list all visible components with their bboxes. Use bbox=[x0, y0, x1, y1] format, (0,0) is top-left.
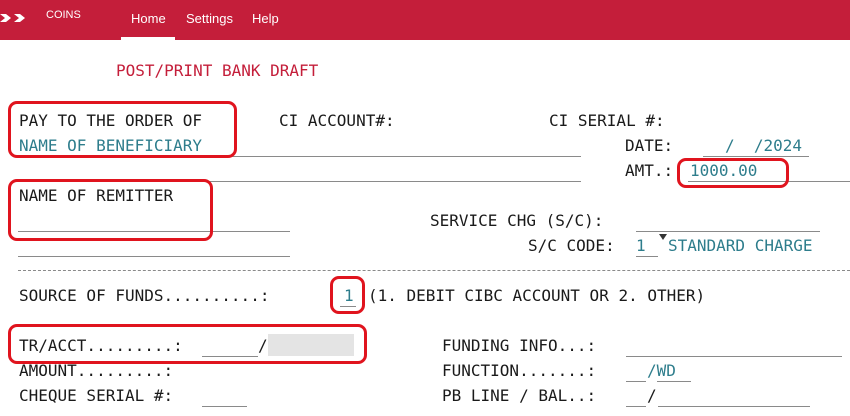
service-chg-field[interactable] bbox=[636, 231, 820, 232]
source-of-funds-label: SOURCE OF FUNDS..........: bbox=[19, 286, 270, 305]
pb-line-field[interactable] bbox=[626, 406, 646, 407]
amount-label: AMOUNT.........: bbox=[19, 361, 174, 380]
service-chg-label: SERVICE CHG (S/C): bbox=[430, 211, 604, 230]
app-name: COINS bbox=[46, 9, 81, 21]
cibc-logo-icon bbox=[0, 14, 25, 22]
screen-title: POST/PRINT BANK DRAFT bbox=[116, 61, 319, 80]
function-value: /WD bbox=[647, 361, 676, 380]
ci-account-label: CI ACCOUNT#: bbox=[279, 111, 395, 130]
date-underline bbox=[703, 156, 809, 157]
funding-info-field[interactable] bbox=[626, 356, 842, 357]
sc-code-dropdown-icon[interactable] bbox=[659, 234, 667, 240]
nav-active-indicator bbox=[121, 37, 175, 40]
date-field[interactable]: / /2024 bbox=[725, 136, 802, 156]
ci-serial-label: CI SERIAL #: bbox=[549, 111, 665, 130]
cheque-serial-label: CHEQUE SERIAL #: bbox=[19, 386, 174, 405]
highlight-remitter bbox=[8, 179, 213, 241]
date-label: DATE: bbox=[625, 136, 674, 155]
nav-help[interactable]: Help bbox=[252, 11, 279, 26]
function-label: FUNCTION.......: bbox=[442, 361, 597, 380]
highlight-amt bbox=[677, 158, 789, 188]
pb-line-separator: / bbox=[647, 386, 657, 405]
function-field[interactable] bbox=[626, 381, 646, 382]
sc-code-underline bbox=[636, 256, 658, 257]
source-of-funds-options: (1. DEBIT CIBC ACCOUNT OR 2. OTHER) bbox=[368, 286, 706, 305]
pb-line-bal-label: PB LINE / BAL..: bbox=[442, 386, 597, 405]
function-value-underline bbox=[657, 381, 691, 382]
funding-info-label: FUNDING INFO...: bbox=[442, 336, 597, 355]
pb-bal-field[interactable] bbox=[658, 406, 810, 407]
remitter-line2-underline[interactable] bbox=[18, 256, 290, 257]
highlight-source-of-funds bbox=[330, 276, 365, 314]
sc-code-label: S/C CODE: bbox=[528, 236, 615, 255]
sc-code-field[interactable]: 1 bbox=[636, 236, 646, 256]
top-bar: COINS Home Settings Help bbox=[0, 0, 850, 40]
nav-settings[interactable]: Settings bbox=[186, 11, 233, 26]
section-divider bbox=[18, 270, 850, 271]
cheque-serial-field[interactable] bbox=[202, 406, 247, 407]
highlight-pay-to bbox=[8, 101, 237, 158]
nav-home[interactable]: Home bbox=[131, 11, 166, 26]
sc-code-description: STANDARD CHARGE bbox=[668, 236, 813, 255]
highlight-tr-acct bbox=[8, 324, 367, 364]
amt-label: AMT.: bbox=[625, 161, 674, 180]
